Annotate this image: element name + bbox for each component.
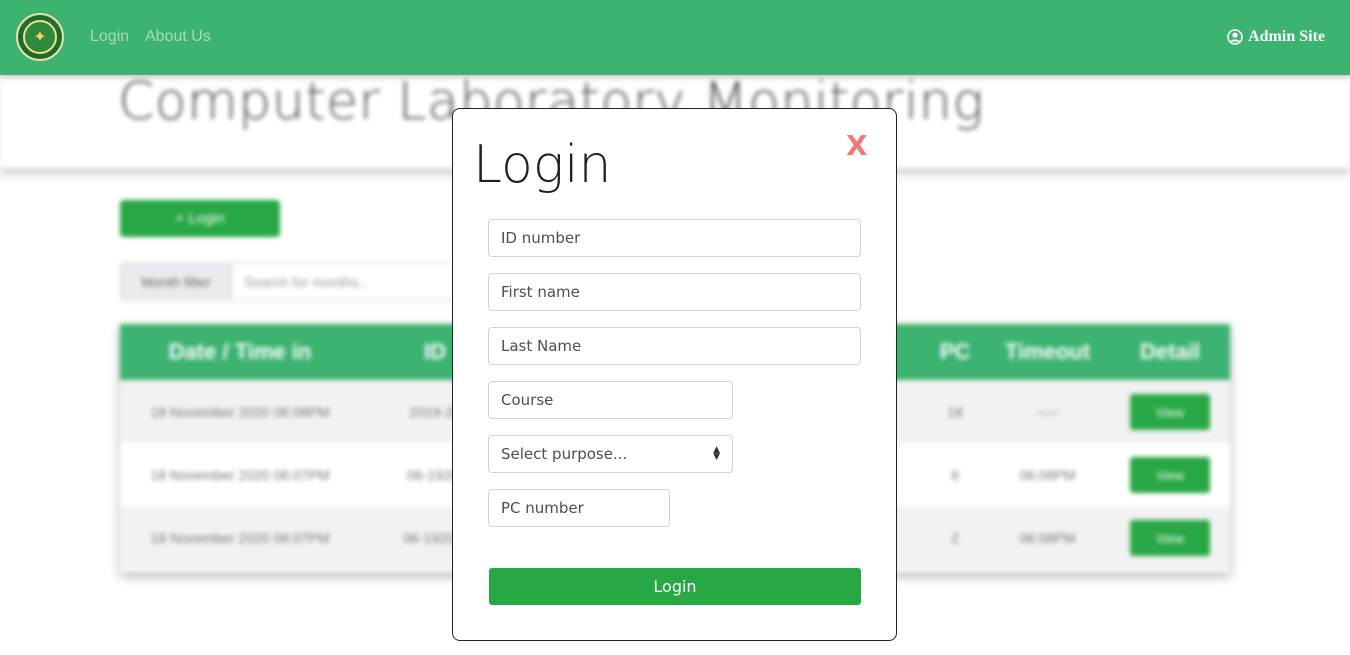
user-circle-icon	[1227, 29, 1243, 45]
cell-date: 18 November 2020 06:08PM	[150, 403, 330, 420]
cell-timeout: 06:08PM	[1019, 529, 1076, 546]
close-button[interactable]: X	[846, 129, 868, 162]
cell-pc: 2	[951, 529, 959, 546]
cell-pc: 18	[947, 403, 963, 420]
navbar: ✦ Login About Us Admin Site	[0, 0, 1350, 75]
nav-login-link[interactable]: Login	[90, 28, 129, 46]
admin-site-link[interactable]: Admin Site	[1227, 28, 1325, 46]
login-modal: Login X Select purpose... ▲▼ Login	[452, 108, 897, 641]
view-button: View	[1130, 457, 1210, 493]
cell-timeout: --:--	[1036, 403, 1059, 420]
college-logo[interactable]: ✦	[16, 13, 64, 61]
purpose-select-value: Select purpose...	[501, 445, 628, 463]
course-input[interactable]	[488, 381, 733, 419]
add-login-button: + Login	[120, 200, 280, 237]
month-filter-label: Month filter	[121, 263, 232, 300]
header-timeout: Timeout	[1004, 339, 1091, 364]
header-detail: Detail	[1140, 339, 1200, 364]
view-button: View	[1130, 394, 1210, 430]
torch-icon: ✦	[23, 20, 57, 54]
month-search-input: Search for months..	[244, 273, 367, 290]
month-filter-group: Month filter Search for months..	[120, 262, 482, 301]
purpose-select[interactable]: Select purpose... ▲ ▼	[488, 435, 733, 473]
cell-date: 18 November 2020 06:07PM	[150, 466, 330, 483]
last-name-input[interactable]	[488, 327, 861, 365]
first-name-input[interactable]	[488, 273, 861, 311]
view-button: View	[1130, 520, 1210, 556]
pc-number-input[interactable]	[488, 489, 670, 527]
modal-title: Login	[473, 135, 612, 195]
cell-pc: 6	[951, 466, 959, 483]
header-pc: PC	[939, 339, 971, 364]
login-submit-button[interactable]: Login	[489, 568, 861, 605]
updown-arrow-icon: ▲ ▼	[713, 445, 720, 462]
cell-timeout: 06:08PM	[1019, 466, 1076, 483]
nav-about-link[interactable]: About Us	[145, 28, 211, 46]
header-date: Date / Time in	[168, 339, 312, 364]
id-number-input[interactable]	[488, 219, 861, 257]
admin-site-label: Admin Site	[1248, 28, 1325, 45]
cell-date: 18 November 2020 06:07PM	[150, 529, 330, 546]
